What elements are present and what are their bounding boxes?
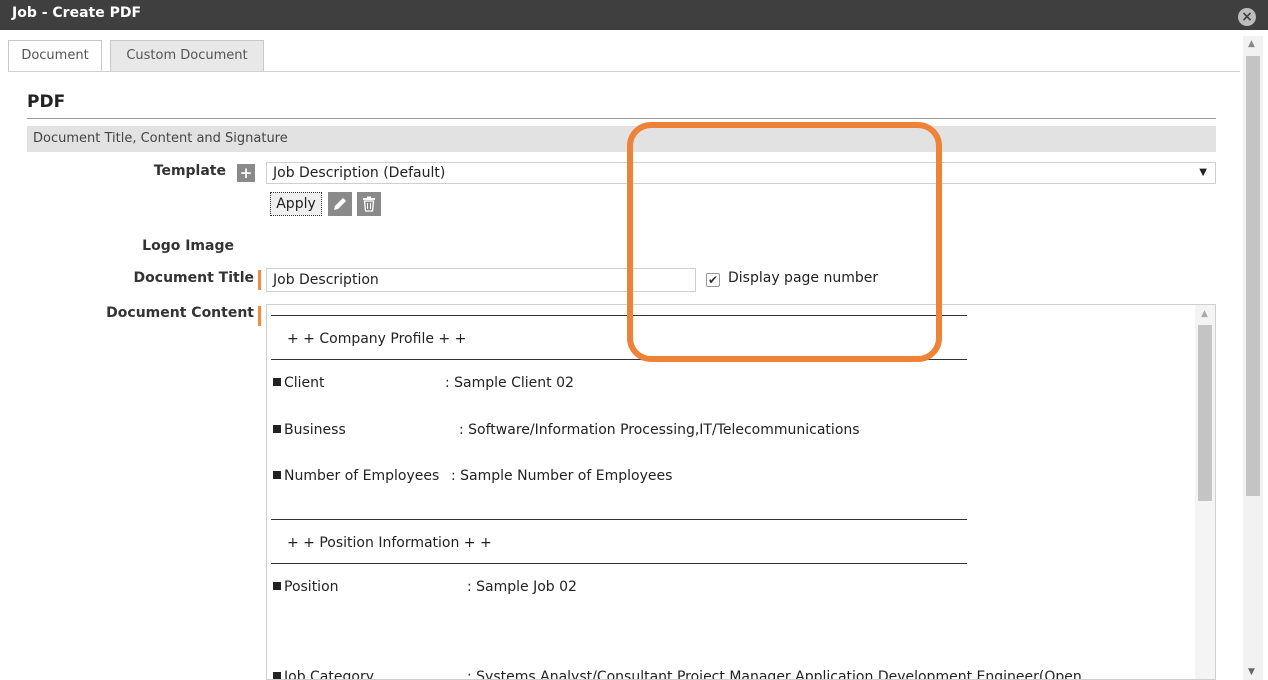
field-value: : Systems Analyst/Consultant,Project Man…: [467, 669, 1082, 680]
template-select-value: Job Description (Default): [273, 165, 446, 181]
field-value: : Software/Information Processing,IT/Tel…: [459, 422, 860, 438]
field-label: Client: [273, 375, 325, 391]
document-title-input[interactable]: Job Description: [266, 268, 696, 292]
checkmark-icon: ✔: [707, 273, 719, 287]
plus-icon[interactable]: +: [237, 164, 255, 182]
field-value: : Sample Job 02: [467, 579, 577, 595]
scrollbar-thumb[interactable]: [1198, 325, 1212, 501]
window-titlebar: Job - Create PDF ×: [0, 0, 1268, 30]
rule-line: [271, 359, 967, 360]
template-select[interactable]: Job Description (Default) ▼: [266, 162, 1216, 184]
field-label: Business: [273, 422, 346, 438]
position-information-header: + + Position Information + +: [287, 535, 492, 551]
heading-divider: [27, 118, 1216, 119]
field-label: Number of Employees: [273, 468, 439, 484]
company-profile-header: + + Company Profile + +: [287, 331, 467, 347]
field-label: Position: [273, 579, 339, 595]
dropdown-caret-icon: ▼: [1199, 167, 1207, 178]
rule-line: [271, 315, 967, 316]
editor-scrollbar[interactable]: ▲: [1195, 305, 1215, 679]
scroll-up-icon[interactable]: ▲: [1248, 39, 1255, 49]
display-page-number-label: Display page number: [728, 270, 879, 286]
document-content-editor[interactable]: + + Company Profile + + Client : Sample …: [266, 304, 1216, 680]
page-title: PDF: [27, 92, 66, 112]
tab-divider: [8, 71, 1240, 72]
section-header: Document Title, Content and Signature: [27, 126, 1216, 152]
window-title: Job - Create PDF: [12, 5, 142, 21]
close-icon[interactable]: ×: [1238, 8, 1256, 26]
scrollbar-thumb[interactable]: [1246, 56, 1260, 496]
delete-template-button[interactable]: [357, 192, 381, 216]
logo-image-label: Logo Image: [142, 238, 234, 254]
display-page-number-checkbox[interactable]: ✔: [706, 273, 720, 287]
field-value: : Sample Client 02: [445, 375, 574, 391]
tab-document[interactable]: Document: [8, 40, 102, 72]
required-marker: [258, 306, 261, 326]
field-label: Job Category: [273, 669, 374, 679]
required-marker: [258, 270, 261, 290]
document-title-label: Document Title: [133, 270, 254, 286]
pencil-icon: [334, 198, 346, 210]
trash-icon: [363, 196, 375, 212]
field-value: : Sample Number of Employees: [451, 468, 673, 484]
apply-button[interactable]: Apply: [270, 192, 322, 216]
edit-template-button[interactable]: [328, 192, 352, 216]
scroll-up-icon[interactable]: ▲: [1201, 309, 1208, 319]
tab-custom-document[interactable]: Custom Document: [110, 40, 264, 72]
scroll-down-icon[interactable]: ▼: [1248, 667, 1255, 677]
document-content-label: Document Content: [106, 305, 254, 321]
rule-line: [271, 519, 967, 520]
template-label: Template: [153, 163, 226, 179]
page-scrollbar[interactable]: ▲ ▼: [1243, 36, 1263, 680]
rule-line: [271, 563, 967, 564]
